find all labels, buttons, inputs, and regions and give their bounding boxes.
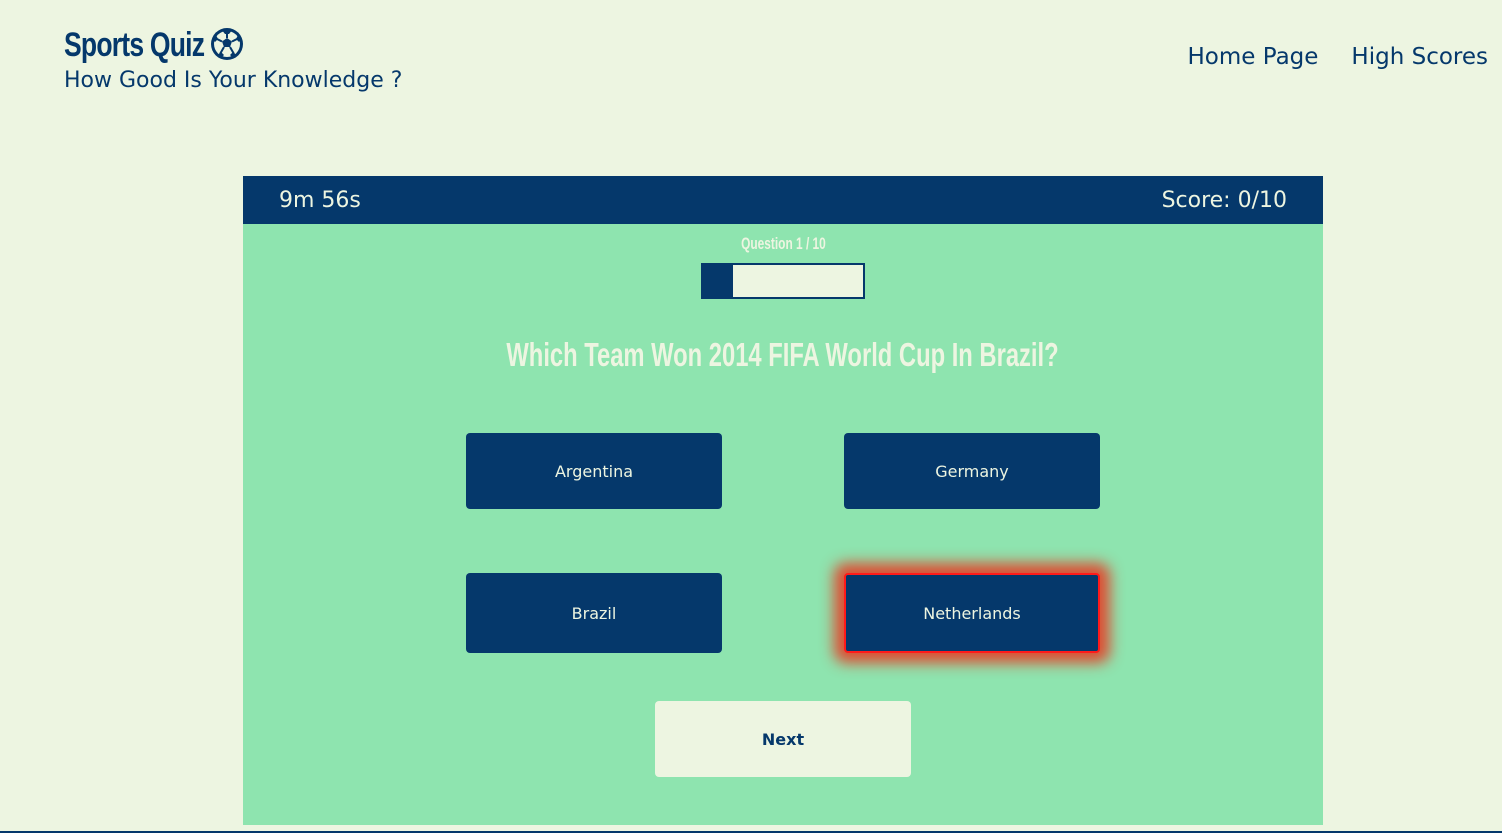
timer: 9m 56s <box>279 187 361 213</box>
answer-label: Brazil <box>571 603 617 623</box>
answer-button-germany[interactable]: Germany <box>844 433 1100 509</box>
answer-label: Netherlands <box>923 603 1021 623</box>
question-row: Which Team Won 2014 FIFA World Cup In Br… <box>243 336 1323 374</box>
brand: Sports Quiz How Good Is Your Knowledge ? <box>64 24 403 94</box>
quiz-status-bar: 9m 56s Score: 0/10 <box>243 176 1323 224</box>
progress-bar <box>701 263 865 299</box>
soccer-ball-icon <box>211 28 243 60</box>
quiz-panel: 9m 56s Score: 0/10 Question 1 / 10 Which… <box>243 176 1323 825</box>
site-title-row: Sports Quiz <box>64 24 402 66</box>
answer-button-netherlands[interactable]: Netherlands <box>844 573 1100 653</box>
answer-label: Argentina <box>554 461 634 481</box>
site-subtitle: How Good Is Your Knowledge ? <box>64 68 403 93</box>
nav-home-page[interactable]: Home Page <box>1188 44 1319 70</box>
question-counter-row: Question 1 / 10 <box>243 234 1323 254</box>
progress-bar-fill <box>703 265 733 297</box>
score: Score: 0/10 <box>1161 187 1287 213</box>
nav-high-scores[interactable]: High Scores <box>1351 44 1488 70</box>
question-counter: Question 1 / 10 <box>740 234 826 253</box>
next-button[interactable]: Next <box>655 701 911 777</box>
answer-button-argentina[interactable]: Argentina <box>466 433 722 509</box>
answer-label: Germany <box>935 461 1009 481</box>
question-text: Which Team Won 2014 FIFA World Cup In Br… <box>506 336 1060 373</box>
site-title: Sports Quiz <box>64 25 205 64</box>
top-nav: Home Page High Scores <box>1188 44 1489 70</box>
answer-button-brazil[interactable]: Brazil <box>466 573 722 653</box>
